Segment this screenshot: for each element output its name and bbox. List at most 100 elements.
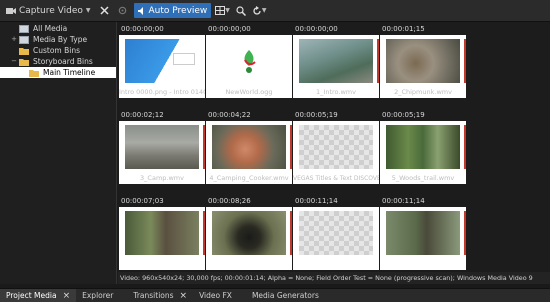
thumbnail — [119, 35, 205, 87]
video-frame — [125, 211, 199, 255]
tab-project-media[interactable]: Project Media × — [0, 288, 77, 302]
media-name: VEGAS Titles & Text DISCOVER CREATE — [293, 173, 379, 184]
selection-marker — [203, 125, 205, 169]
tree-item-main-timeline[interactable]: Main Timeline — [0, 67, 116, 78]
transparent-frame — [299, 125, 373, 169]
thumbnail-view-icon — [215, 6, 226, 15]
timecode: 00:00:11;14 — [295, 197, 338, 205]
selection-marker — [464, 125, 466, 169]
window-docking-tabs: Project Media × Explorer Transitions × V… — [0, 288, 550, 302]
video-frame — [125, 125, 199, 169]
expand-icon[interactable]: + — [10, 35, 18, 44]
timecode: 00:00:00;00 — [208, 25, 251, 33]
thumbnail — [380, 35, 466, 87]
media-tile[interactable]: 00:00:04;22 4_Camping_Cooker.wmv — [206, 109, 292, 184]
media-name: 2_Chipmunk.wmv — [380, 87, 466, 98]
thumbnail — [293, 35, 379, 87]
media-toolbar: Capture Video ▼ Auto Preview ▼ ▼ — [0, 0, 550, 22]
tree-item-all-media[interactable]: All Media — [0, 23, 116, 34]
thumbnail — [380, 207, 466, 259]
selection-marker — [290, 125, 292, 169]
video-frame — [386, 39, 460, 83]
chevron-down-icon[interactable]: ▼ — [262, 7, 267, 14]
gear-icon — [118, 6, 127, 15]
media-name: 4_Camping_Cooker.wmv — [206, 173, 292, 184]
timecode: 00:00:07;03 — [121, 197, 164, 205]
media-tile[interactable]: 00:00:11;14 — [293, 195, 379, 270]
collapse-icon[interactable]: − — [10, 57, 18, 66]
tree-item-media-by-type[interactable]: + Media By Type — [0, 34, 116, 45]
timecode: 00:00:04;22 — [208, 111, 251, 119]
refresh-button[interactable]: ▼ — [252, 3, 267, 19]
tab-video-fx[interactable]: Video FX — [193, 289, 238, 302]
media-tile[interactable]: 00:00:02;12 3_Camp.wmv — [119, 109, 205, 184]
timecode: 00:00:11;14 — [382, 197, 425, 205]
media-tile[interactable]: 00:00:00;00 1_Intro.wmv — [293, 23, 379, 98]
chevron-down-icon[interactable]: ▼ — [86, 7, 91, 14]
tab-label: Transitions — [133, 290, 174, 300]
logo-image — [125, 39, 199, 83]
audio-logo-icon — [244, 50, 256, 73]
media-tile[interactable]: 00:00:08;26 — [206, 195, 292, 270]
media-name: 1_Intro.wmv — [293, 87, 379, 98]
thumbnail — [206, 121, 292, 173]
tab-label: Video FX — [199, 290, 232, 300]
media-name — [119, 259, 205, 270]
tree-item-storyboard-bins[interactable]: − Storyboard Bins — [0, 56, 116, 67]
media-tile[interactable]: 00:00:11;14 — [380, 195, 466, 270]
close-icon[interactable]: × — [180, 289, 188, 302]
camera-icon — [6, 7, 16, 14]
search-icon — [236, 5, 246, 16]
media-tile[interactable]: 00:00:07;03 — [119, 195, 205, 270]
timecode: 00:00:05;19 — [382, 111, 425, 119]
close-icon — [100, 6, 109, 15]
media-tile[interactable]: 00:00:01;15 2_Chipmunk.wmv — [380, 23, 466, 98]
thumbnail — [206, 207, 292, 259]
tree-item-label: Storyboard Bins — [33, 57, 93, 66]
media-tile[interactable]: 00:00:05;19 5_Woods_trail.wmv — [380, 109, 466, 184]
transparent-frame — [299, 211, 373, 255]
timecode: 00:00:05;19 — [295, 111, 338, 119]
remove-media-button[interactable] — [98, 3, 112, 19]
media-thumbnail-grid: 00:00:00;00 Intro 0000.png - Intro 0140.… — [118, 22, 550, 272]
tab-explorer[interactable]: Explorer — [76, 289, 119, 302]
close-icon[interactable]: × — [63, 289, 71, 302]
video-frame — [386, 211, 460, 255]
thumbnail — [380, 121, 466, 173]
tree-item-custom-bins[interactable]: Custom Bins — [0, 45, 116, 56]
tab-label: Explorer — [82, 290, 114, 300]
video-frame — [299, 39, 373, 83]
views-button[interactable]: ▼ — [215, 3, 230, 19]
media-type-icon — [19, 35, 29, 44]
tab-transitions[interactable]: Transitions × — [119, 289, 193, 302]
thumbnail — [206, 35, 292, 87]
media-tile[interactable]: 00:00:05;19 VEGAS Titles & Text DISCOVER… — [293, 109, 379, 184]
media-tile[interactable]: 00:00:00;00 NewWorld.ogg — [206, 23, 292, 98]
timecode: 00:00:00;00 — [121, 25, 164, 33]
selection-marker — [464, 39, 466, 83]
thumbnail — [293, 207, 379, 259]
chevron-down-icon[interactable]: ▼ — [225, 7, 230, 14]
timecode: 00:00:01;15 — [382, 25, 425, 33]
media-name: 3_Camp.wmv — [119, 173, 205, 184]
media-fx-button[interactable] — [116, 3, 130, 19]
timecode: 00:00:00;00 — [295, 25, 338, 33]
tab-label: Project Media — [6, 290, 57, 300]
timecode: 00:00:08;26 — [208, 197, 251, 205]
media-name — [206, 259, 292, 270]
thumbnail — [293, 121, 379, 173]
search-media-button[interactable] — [234, 3, 248, 19]
timecode: 00:00:02;12 — [121, 111, 164, 119]
tree-item-label: Media By Type — [33, 35, 88, 44]
refresh-icon — [253, 5, 261, 15]
capture-video-button[interactable]: Capture Video ▼ — [3, 3, 94, 19]
tab-media-generators[interactable]: Media Generators — [238, 289, 325, 302]
folder-icon — [29, 69, 39, 77]
media-tile[interactable]: 00:00:00;00 Intro 0000.png - Intro 0140.… — [119, 23, 205, 98]
media-bins-tree: All Media + Media By Type Custom Bins − … — [0, 22, 117, 288]
thumbnail — [119, 121, 205, 173]
auto-preview-button[interactable]: Auto Preview — [133, 3, 212, 18]
selection-marker — [203, 211, 205, 255]
video-frame — [386, 125, 460, 169]
tree-item-label: Custom Bins — [33, 46, 81, 55]
